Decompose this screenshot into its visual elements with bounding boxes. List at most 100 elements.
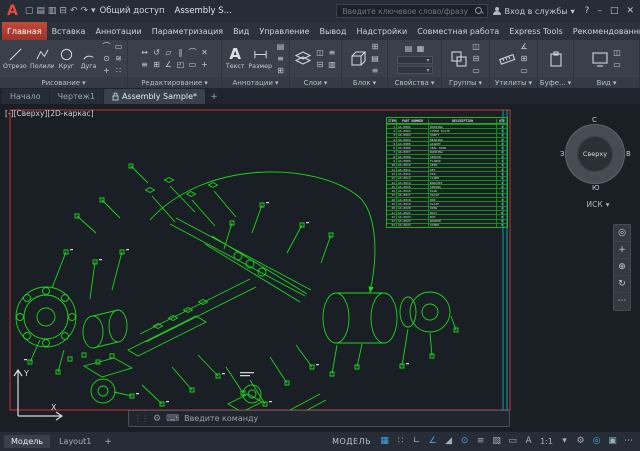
new-icon[interactable]: ▢ <box>25 6 34 16</box>
viewport-controls[interactable]: [-][Сверху][2D-каркас] <box>5 109 94 118</box>
layers-tool-icon[interactable]: ≡ <box>327 47 338 58</box>
linetype-dropdown[interactable]: ▾ <box>397 66 433 74</box>
groups-icon[interactable] <box>450 50 468 68</box>
annotation-tool-icon[interactable]: ⊞ <box>275 65 286 76</box>
properties-panel-label[interactable]: Свойства ▾ <box>388 77 441 88</box>
modify-tool-icon[interactable]: ∠ <box>163 59 174 70</box>
search-icon[interactable] <box>475 7 484 16</box>
nav-tool-icon[interactable]: ◎ <box>614 225 630 242</box>
viewcube-south[interactable]: Ю <box>592 184 600 192</box>
grid-toggle-icon[interactable]: ▦ <box>377 434 392 449</box>
command-customize-icon[interactable]: ⚙ <box>153 414 161 424</box>
ribbon-tab-express[interactable]: Express Tools <box>504 22 568 40</box>
nav-tool-icon[interactable]: ↻ <box>614 276 630 293</box>
draw-tool-icon[interactable]: + <box>101 65 112 76</box>
text-tool-button[interactable]: A Текст <box>225 47 245 70</box>
block-tool-icon[interactable]: ▤ <box>370 53 381 64</box>
add-layout-button[interactable]: + <box>100 437 116 447</box>
layout-tab-layout1[interactable]: Layout1 <box>52 435 98 448</box>
isodraft-icon[interactable]: ◢ <box>441 434 456 449</box>
layers-tool-icon[interactable]: ⊟ <box>315 59 326 70</box>
ucs-dropdown-button[interactable]: ИСК ▾ <box>576 198 620 211</box>
selection-cycling-icon[interactable]: ▭ <box>505 434 520 449</box>
ribbon-tab-annotate[interactable]: Аннотации <box>90 22 146 40</box>
search-input[interactable] <box>340 6 472 17</box>
groups-tool-icon[interactable]: ▭ <box>471 65 482 76</box>
scale-caret-icon[interactable]: ▾ <box>557 434 572 449</box>
polar-tracking-icon[interactable]: ∠ <box>425 434 440 449</box>
draw-tool-icon[interactable]: ∷ <box>113 65 124 76</box>
modify-tool-icon[interactable]: ⌒ <box>187 47 198 58</box>
nav-tool-icon[interactable]: + <box>614 242 630 259</box>
ribbon-tab-home[interactable]: Главная <box>2 22 47 40</box>
annotation-panel-label[interactable]: Аннотации ▾ <box>222 77 289 88</box>
close-button[interactable]: ✕ <box>626 6 634 16</box>
share-button[interactable]: Общий доступ <box>100 6 165 16</box>
layout-tab-model[interactable]: Модель <box>4 435 50 448</box>
viewcube-face[interactable]: Сверху <box>578 137 612 171</box>
save-icon[interactable]: ▥ <box>48 6 57 16</box>
clipboard-panel-label[interactable]: Буфе... ▾ <box>538 77 573 88</box>
modify-tool-icon[interactable]: ◰ <box>175 59 186 70</box>
view-tool-icon[interactable]: ◫ <box>612 47 623 58</box>
block-tool-icon[interactable]: ⊞ <box>370 41 381 52</box>
draw-tool-icon[interactable]: ≋ <box>113 53 124 64</box>
circle-tool-button[interactable]: Круг <box>57 47 76 70</box>
groups-tool-icon[interactable]: ⊟ <box>471 53 482 64</box>
ribbon-tab-parametric[interactable]: Параметризация <box>147 22 228 40</box>
paste-icon[interactable] <box>547 50 565 68</box>
plot-icon[interactable]: ⊟ <box>59 6 67 16</box>
modify-tool-icon[interactable]: ↔ <box>139 47 150 58</box>
command-prompt[interactable]: Введите команду <box>184 414 258 423</box>
view-icon[interactable] <box>591 50 609 68</box>
modify-tool-icon[interactable]: ∥ <box>175 47 186 58</box>
layers-icon[interactable] <box>294 50 312 68</box>
new-drawing-tab-button[interactable]: + <box>206 89 222 104</box>
app-logo[interactable]: A <box>4 1 21 21</box>
annotation-tool-icon[interactable]: ▤ <box>275 41 286 52</box>
clean-screen-icon[interactable]: ▣ <box>605 434 620 449</box>
file-tab-start[interactable]: Начало <box>2 89 49 104</box>
ortho-toggle-icon[interactable]: ∟ <box>409 434 424 449</box>
modify-tool-icon[interactable]: ▭ <box>187 59 198 70</box>
properties-tool-icon[interactable]: ▤ <box>403 43 414 54</box>
annotation-monitor-icon[interactable]: ◎ <box>589 434 604 449</box>
groups-tool-icon[interactable]: ◫ <box>471 41 482 52</box>
annotation-tool-icon[interactable]: ≡ <box>275 53 286 64</box>
utilities-tool-icon[interactable]: ▭ <box>519 65 530 76</box>
utilities-tool-icon[interactable]: ∡ <box>519 41 530 52</box>
viewcube-east[interactable]: В <box>626 150 631 158</box>
viewcube-west[interactable]: З <box>560 150 565 158</box>
minimize-button[interactable]: – <box>597 6 602 16</box>
file-tab-drawing1[interactable]: Чертеж1 <box>50 89 103 104</box>
block-panel-label[interactable]: Блок ▾ <box>342 77 387 88</box>
maximize-button[interactable]: □ <box>610 6 619 16</box>
viewcube-north[interactable]: С <box>592 116 597 124</box>
help-search[interactable] <box>336 4 488 18</box>
view-panel-label[interactable]: Вид ▾ <box>574 77 639 88</box>
navigation-bar[interactable]: ◎+⊕↻⋯ <box>613 224 631 311</box>
dimension-tool-button[interactable]: Размер <box>248 47 272 70</box>
modify-tool-icon[interactable]: ▱ <box>163 47 174 58</box>
ribbon-tab-manage[interactable]: Управление <box>254 22 314 40</box>
color-dropdown[interactable]: ▾ <box>397 56 433 64</box>
nav-tool-icon[interactable]: ⋯ <box>614 293 630 310</box>
view-tool-icon[interactable]: ▭ <box>612 59 623 70</box>
object-snap-icon[interactable]: ⊙ <box>457 434 472 449</box>
modify-panel-label[interactable]: Редактирование ▾ <box>128 77 221 88</box>
properties-tool-icon[interactable]: ▦ <box>415 43 426 54</box>
modify-tool-icon[interactable]: ↺ <box>151 47 162 58</box>
arc-tool-button[interactable]: Дуга <box>79 47 98 70</box>
nav-tool-icon[interactable]: ⊕ <box>614 259 630 276</box>
ribbon-tab-view[interactable]: Вид <box>228 22 254 40</box>
file-tab-assembly-sample[interactable]: Assembly Sample* <box>104 89 205 104</box>
help-icon[interactable]: ? <box>585 6 590 16</box>
modify-tool-icon[interactable]: ⊞ <box>151 59 162 70</box>
block-icon[interactable] <box>349 50 367 68</box>
command-line[interactable]: ⋮⋮ ⚙ ⌨ Введите команду <box>128 410 510 427</box>
modify-tool-icon[interactable]: ≡ <box>139 59 150 70</box>
ribbon-tab-output[interactable]: Вывод <box>315 22 352 40</box>
groups-panel-label[interactable]: Группы ▾ <box>442 77 489 88</box>
layers-tool-icon[interactable]: ◫ <box>315 47 326 58</box>
open-icon[interactable]: ▤ <box>36 6 45 16</box>
